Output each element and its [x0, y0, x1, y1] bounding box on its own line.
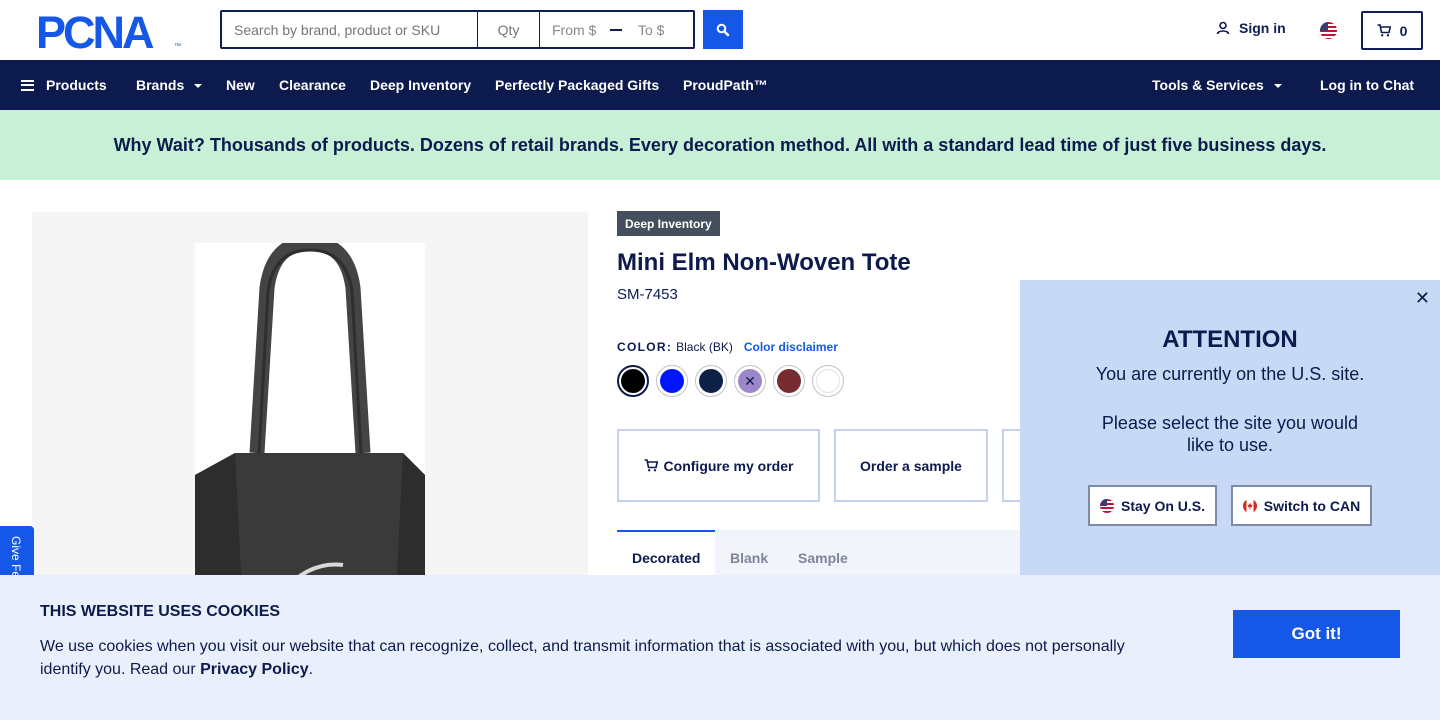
- cart-icon: [644, 459, 658, 472]
- swatch-navy[interactable]: [695, 365, 727, 397]
- search-bar: From $ To $: [220, 10, 695, 49]
- color-row: COLOR: Black (BK) Color disclaimer: [617, 340, 838, 354]
- pcna-logo[interactable]: PCNA ™: [36, 11, 186, 51]
- nav-proudpath[interactable]: ProudPath™: [683, 77, 768, 93]
- cart-count: 0: [1399, 22, 1408, 39]
- attention-instruction-line1: Please select the site you would: [1101, 413, 1359, 433]
- nav-brands[interactable]: Brands: [136, 77, 203, 93]
- nav-new-label: New: [226, 77, 255, 93]
- order-sample-label: Order a sample: [860, 457, 962, 474]
- site-selector-modal: ✕ ATTENTION You are currently on the U.S…: [1020, 280, 1440, 576]
- product-title: Mini Elm Non-Woven Tote: [617, 249, 911, 276]
- cookie-text-block: We use cookies when you visit our websit…: [40, 635, 1160, 681]
- product-sku: SM-7453: [617, 286, 678, 303]
- color-value: Black (BK): [676, 340, 733, 354]
- page: PCNA ™ From $ To $ Sign in: [0, 0, 1440, 720]
- nav-new[interactable]: New: [226, 77, 255, 93]
- tab-decorated[interactable]: Decorated: [632, 550, 700, 566]
- accept-cookies-button[interactable]: Got it!: [1233, 610, 1400, 658]
- switch-can-button[interactable]: Switch to CAN: [1231, 485, 1372, 526]
- logo-text: PCNA: [36, 11, 154, 51]
- signin-label: Sign in: [1239, 20, 1286, 36]
- order-sample-button[interactable]: Order a sample: [834, 429, 988, 502]
- search-icon: [716, 23, 730, 36]
- price-from-field[interactable]: From $: [540, 22, 610, 38]
- top-header: PCNA ™ From $ To $ Sign in: [0, 0, 1440, 60]
- stay-us-label: Stay On U.S.: [1120, 497, 1206, 514]
- caret-down-icon: [194, 84, 203, 88]
- nav-clearance-label: Clearance: [279, 77, 346, 93]
- feedback-label: Give Fe: [9, 536, 23, 579]
- nav-deep-inventory[interactable]: Deep Inventory: [370, 77, 471, 93]
- cookie-title: THIS WEBSITE USES COOKIES: [40, 603, 281, 620]
- cookie-banner: THIS WEBSITE USES COOKIES We use cookies…: [0, 575, 1440, 720]
- nav-tools-label: Tools & Services: [1152, 77, 1264, 93]
- nav-chat-label: Log in to Chat: [1320, 77, 1415, 93]
- swatch-white[interactable]: [812, 365, 844, 397]
- price-to-field[interactable]: To $: [630, 22, 664, 38]
- canada-flag-icon: [1242, 498, 1257, 513]
- main-nav: Products Brands New Clearance Deep Inven…: [0, 60, 1440, 110]
- qty-input[interactable]: [478, 10, 540, 49]
- cookie-text-end: .: [308, 661, 314, 678]
- price-range: From $ To $: [540, 10, 695, 49]
- tab-sample[interactable]: Sample: [798, 550, 848, 566]
- cart-button[interactable]: 0: [1361, 11, 1423, 50]
- unavailable-icon: ✕: [744, 372, 756, 389]
- attention-instruction-line2: like to use.: [1186, 435, 1274, 455]
- nav-chat-login[interactable]: Log in to Chat: [1320, 77, 1414, 93]
- range-divider: [610, 28, 622, 31]
- caret-down-icon: [1273, 84, 1282, 88]
- attention-current-site: You are currently on the U.S. site.: [1095, 364, 1365, 384]
- search-input[interactable]: [220, 10, 478, 49]
- color-swatches: ✕: [617, 365, 844, 397]
- close-icon[interactable]: ✕: [1415, 288, 1430, 309]
- menu-icon: [21, 79, 34, 91]
- product-image[interactable]: [195, 235, 425, 613]
- swatch-royal-blue[interactable]: [656, 365, 688, 397]
- nav-clearance[interactable]: Clearance: [279, 77, 346, 93]
- deep-inventory-badge: Deep Inventory: [617, 211, 720, 236]
- promo-banner: Why Wait? Thousands of products. Dozens …: [0, 110, 1440, 180]
- us-flag-icon[interactable]: [1320, 22, 1337, 39]
- signin-link[interactable]: Sign in: [1216, 20, 1286, 36]
- nav-perfectly-packaged-gifts[interactable]: Perfectly Packaged Gifts: [495, 77, 659, 93]
- nav-products[interactable]: Products: [21, 77, 107, 93]
- nav-brands-label: Brands: [136, 77, 185, 93]
- nav-deep-inventory-label: Deep Inventory: [370, 77, 472, 93]
- cart-icon: [1377, 24, 1391, 37]
- color-label: COLOR:: [617, 340, 673, 354]
- nav-gifts-label: Perfectly Packaged Gifts: [495, 77, 660, 93]
- nav-products-label: Products: [46, 77, 107, 93]
- product-image-panel: [32, 212, 588, 613]
- privacy-policy-link[interactable]: Privacy Policy: [200, 661, 309, 678]
- switch-can-label: Switch to CAN: [1263, 497, 1361, 514]
- color-disclaimer-link[interactable]: Color disclaimer: [744, 340, 838, 354]
- banner-text: Why Wait? Thousands of products. Dozens …: [113, 134, 1327, 155]
- stay-us-button[interactable]: Stay On U.S.: [1088, 485, 1217, 526]
- tote-bag-image: [195, 235, 425, 613]
- nav-tools-services[interactable]: Tools & Services: [1152, 77, 1282, 93]
- logo-mark: ™: [174, 43, 181, 50]
- swatch-burgundy[interactable]: [773, 365, 805, 397]
- attention-title: ATTENTION: [1162, 326, 1298, 353]
- nav-proudpath-label: ProudPath™: [683, 77, 768, 93]
- swatch-purple[interactable]: ✕: [734, 365, 766, 397]
- configure-order-label: Configure my order: [663, 457, 794, 474]
- us-flag-icon: [1099, 498, 1114, 513]
- user-icon: [1216, 21, 1230, 35]
- swatch-black[interactable]: [617, 365, 649, 397]
- configure-order-button[interactable]: Configure my order: [617, 429, 820, 502]
- tab-blank[interactable]: Blank: [730, 550, 768, 566]
- search-button[interactable]: [703, 10, 743, 49]
